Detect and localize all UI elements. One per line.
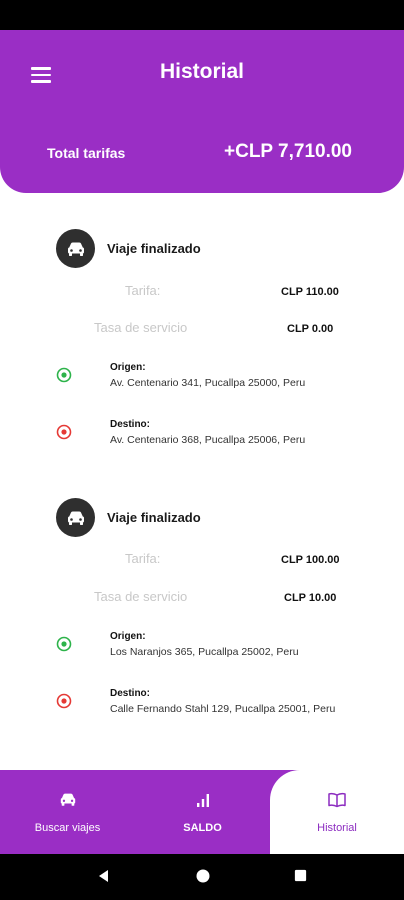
destination-address: Av. Centenario 368, Pucallpa 25006, Peru — [110, 434, 306, 446]
system-nav-bar — [0, 854, 404, 900]
back-icon[interactable] — [96, 868, 112, 884]
nav-buscar-label: Buscar viajes — [34, 822, 101, 834]
origin-address: Los Naranjos 365, Pucallpa 25002, Peru — [110, 646, 299, 658]
nav-historial[interactable]: Historial — [270, 770, 404, 854]
bar-chart-icon — [196, 794, 209, 807]
fare-value: CLP 100.00 — [281, 554, 340, 566]
service-fee-label: Tasa de servicio — [94, 589, 188, 604]
car-icon — [56, 498, 95, 537]
trip-card[interactable]: Viaje finalizado Tarifa: CLP 110.00 Tasa… — [0, 229, 404, 469]
origin-marker-icon — [56, 636, 72, 652]
destination-label: Destino: — [110, 419, 150, 430]
bottom-nav: Buscar viajes SALDO Historial — [0, 770, 404, 854]
origin-address: Av. Centenario 341, Pucallpa 25000, Peru — [110, 377, 306, 389]
trip-card[interactable]: Viaje finalizado Tarifa: CLP 100.00 Tasa… — [0, 498, 404, 738]
header: Historial Total tarifas +CLP 7,710.00 — [0, 30, 404, 193]
car-icon — [60, 793, 75, 806]
nav-historial-label: Historial — [317, 822, 357, 834]
total-fares-value: +CLP 7,710.00 — [224, 141, 352, 162]
service-fee-label: Tasa de servicio — [94, 320, 188, 335]
nav-saldo[interactable]: SALDO — [135, 770, 270, 854]
nav-buscar-viajes[interactable]: Buscar viajes — [0, 770, 135, 854]
fare-label: Tarifa: — [125, 551, 161, 566]
origin-marker-icon — [56, 367, 72, 383]
nav-saldo-label: SALDO — [183, 822, 222, 834]
home-icon[interactable] — [195, 868, 211, 884]
car-icon — [56, 229, 95, 268]
total-fares-label: Total tarifas — [47, 145, 126, 161]
recents-icon[interactable] — [293, 868, 308, 883]
page-title: Historial — [159, 60, 245, 83]
book-icon — [328, 792, 346, 808]
destination-label: Destino: — [110, 688, 150, 699]
fare-label: Tarifa: — [125, 283, 161, 298]
destination-address: Calle Fernando Stahl 129, Pucallpa 25001… — [110, 703, 336, 715]
service-fee-value: CLP 10.00 — [284, 592, 337, 604]
status-bar — [0, 0, 404, 30]
destination-marker-icon — [56, 424, 72, 440]
trip-status: Viaje finalizado — [107, 241, 201, 256]
service-fee-value: CLP 0.00 — [287, 323, 334, 335]
destination-marker-icon — [56, 693, 72, 709]
trip-status: Viaje finalizado — [107, 510, 201, 525]
origin-label: Origen: — [110, 362, 146, 373]
fare-value: CLP 110.00 — [281, 286, 339, 298]
origin-label: Origen: — [110, 631, 146, 642]
